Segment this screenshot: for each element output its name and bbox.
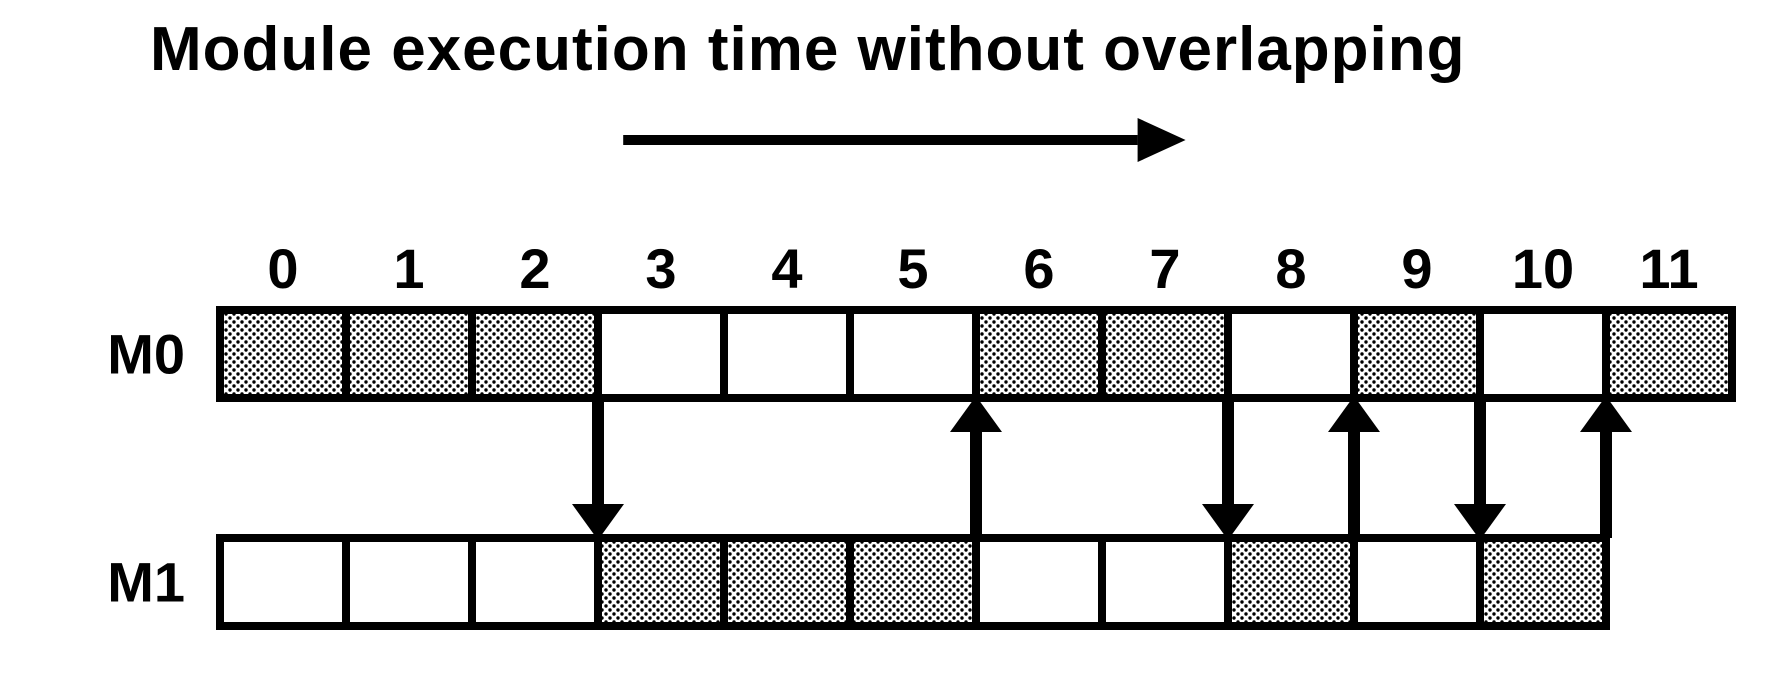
cell-m1-0 bbox=[220, 538, 346, 626]
transition-arrow-3 bbox=[1328, 396, 1380, 538]
time-arrow-head bbox=[1138, 118, 1186, 162]
cell-m1-1 bbox=[346, 538, 472, 626]
cell-m0-5 bbox=[850, 310, 976, 398]
transition-arrow-5 bbox=[1580, 396, 1632, 538]
col-num-5: 5 bbox=[897, 237, 928, 300]
cell-m1-6 bbox=[976, 538, 1102, 626]
cell-m1-9 bbox=[1354, 538, 1480, 626]
transition-arrow-0 bbox=[572, 398, 624, 540]
cell-m0-6 bbox=[976, 310, 1102, 398]
row-m0 bbox=[220, 310, 1732, 398]
transition-arrow-2 bbox=[1202, 398, 1254, 540]
col-num-6: 6 bbox=[1023, 237, 1054, 300]
col-num-9: 9 bbox=[1401, 237, 1432, 300]
title-text: Module execution time without overlappin… bbox=[150, 15, 1466, 84]
cell-m0-8 bbox=[1228, 310, 1354, 398]
cell-m1-5 bbox=[850, 538, 976, 626]
cell-m0-7 bbox=[1102, 310, 1228, 398]
cell-m0-0 bbox=[220, 310, 346, 398]
col-num-8: 8 bbox=[1275, 237, 1306, 300]
col-num-7: 7 bbox=[1149, 237, 1180, 300]
col-num-11: 11 bbox=[1639, 237, 1698, 300]
cell-m1-2 bbox=[472, 538, 598, 626]
time-arrow bbox=[623, 118, 1185, 162]
column-numbers: 0 1 2 3 4 5 6 7 8 9 10 11 bbox=[267, 237, 1698, 300]
diagram-svg: Module execution time without overlappin… bbox=[0, 0, 1780, 680]
cell-m0-4 bbox=[724, 310, 850, 398]
cell-m1-10 bbox=[1480, 538, 1606, 626]
transition-arrow-4 bbox=[1454, 398, 1506, 540]
cell-m1-4 bbox=[724, 538, 850, 626]
col-num-3: 3 bbox=[645, 237, 676, 300]
col-num-0: 0 bbox=[267, 237, 298, 300]
cell-m0-10 bbox=[1480, 310, 1606, 398]
col-num-1: 1 bbox=[393, 237, 424, 300]
transition-arrows bbox=[572, 396, 1632, 540]
col-num-10: 10 bbox=[1512, 237, 1574, 300]
cell-m0-11 bbox=[1606, 310, 1732, 398]
cell-m1-8 bbox=[1228, 538, 1354, 626]
diagram-root: Module execution time without overlappin… bbox=[0, 0, 1780, 680]
row-labels: M0 M1 bbox=[107, 322, 185, 613]
cell-m0-1 bbox=[346, 310, 472, 398]
cell-m0-2 bbox=[472, 310, 598, 398]
cell-m1-3 bbox=[598, 538, 724, 626]
diagram-title: Module execution time without overlappin… bbox=[150, 15, 1466, 84]
col-num-2: 2 bbox=[519, 237, 550, 300]
cell-m1-7 bbox=[1102, 538, 1228, 626]
row-label-m1: M1 bbox=[107, 550, 185, 613]
col-num-4: 4 bbox=[771, 237, 802, 300]
cell-m0-3 bbox=[598, 310, 724, 398]
row-m1 bbox=[220, 538, 1606, 626]
row-label-m0: M0 bbox=[107, 322, 185, 385]
cell-m0-9 bbox=[1354, 310, 1480, 398]
transition-arrow-1 bbox=[950, 396, 1002, 538]
